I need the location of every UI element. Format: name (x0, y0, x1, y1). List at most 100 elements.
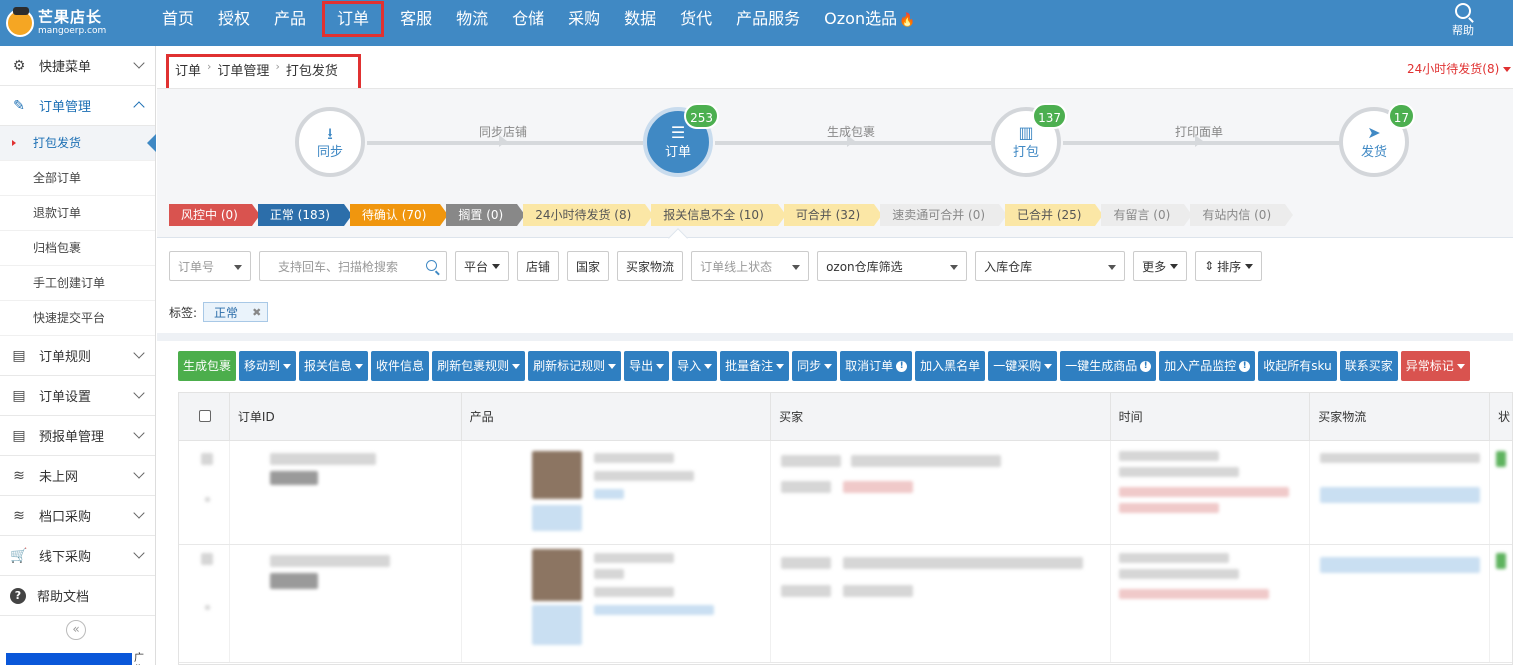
sidebar-sub-all-orders[interactable]: 全部订单 (0, 161, 155, 196)
sidebar-item-help-docs[interactable]: ? 帮助文档 (0, 576, 155, 616)
sidebar-item-order-management[interactable]: ✎ 订单管理 (0, 86, 155, 126)
nav-item-customer-service[interactable]: 客服 (388, 1, 444, 37)
column-header-time[interactable]: 时间 (1111, 393, 1311, 441)
one-click-purchase-button[interactable]: 一键采购 (988, 351, 1058, 381)
nav-item-data[interactable]: 数据 (612, 1, 668, 37)
sidebar-sub-archived-packages[interactable]: 归档包裹 (0, 231, 155, 266)
flow-step-pack[interactable]: ▥ 打包 137 (991, 103, 1067, 177)
flow-step-ship[interactable]: ➤ 发货 17 (1339, 103, 1415, 177)
caret-down-icon (512, 363, 521, 369)
sidebar-item-not-online[interactable]: ≋ 未上网 (0, 456, 155, 496)
nav-item-product-services[interactable]: 产品服务 (724, 1, 812, 37)
tag-has-inbox[interactable]: 有站内信 (0) (1190, 204, 1293, 226)
online-status-label: 订单线上状态 (700, 259, 773, 274)
tag-normal[interactable]: 正常 (183) (257, 204, 353, 226)
nav-item-logistics[interactable]: 物流 (444, 1, 500, 37)
contact-buyer-button[interactable]: 联系买家 (1339, 351, 1398, 381)
breadcrumb-item-order-management[interactable]: 订单管理 (217, 60, 269, 79)
sidebar-item-stall-purchase[interactable]: ≋ 档口采购 (0, 496, 155, 536)
sidebar-sub-pack-ship[interactable]: 打包发货 (0, 126, 156, 161)
sidebar-sub-quick-submit-platform[interactable]: 快速提交平台 (0, 301, 155, 336)
export-button[interactable]: 导出 (624, 351, 670, 381)
tag-customs-incomplete[interactable]: 报关信息不全 (10) (651, 204, 787, 226)
tag-on-hold[interactable]: 搁置 (0) (446, 204, 526, 226)
order-no-select[interactable]: 订单号 (169, 251, 251, 281)
customs-info-button[interactable]: 报关信息 (299, 351, 369, 381)
row-select-cell[interactable] (179, 545, 230, 662)
generate-package-button[interactable]: 生成包裹 (178, 351, 237, 381)
ozon-warehouse-select[interactable]: ozon仓库筛选 (817, 251, 968, 281)
nav-item-purchasing[interactable]: 采购 (556, 1, 612, 37)
sidebar-sub-manual-create-order[interactable]: 手工创建订单 (0, 266, 155, 301)
tag-24h-pending[interactable]: 24小时待发货 (8) (523, 204, 654, 226)
row-select-cell[interactable] (179, 441, 230, 544)
ad-banner[interactable]: 广告✕ (6, 653, 146, 665)
sidebar-sub-refund-orders[interactable]: 退款订单 (0, 196, 155, 231)
sidebar-item-order-settings[interactable]: ▤ 订单设置 (0, 376, 155, 416)
country-filter-button[interactable]: 国家 (567, 251, 610, 281)
column-header-order-id[interactable]: 订单ID (230, 393, 462, 441)
row-checkbox[interactable] (201, 553, 213, 565)
flow-step-sync[interactable]: ⭳ 同步 (295, 107, 365, 177)
nav-item-warehouse[interactable]: 仓储 (500, 1, 556, 37)
refresh-mark-rules-button[interactable]: 刷新标记规则 (528, 351, 622, 381)
platform-dropdown[interactable]: 平台 (455, 251, 510, 281)
batch-note-button[interactable]: 批量备注 (720, 351, 790, 381)
tag-mergeable[interactable]: 可合并 (32) (783, 204, 883, 226)
column-header-buyer[interactable]: 买家 (771, 393, 1111, 441)
sidebar-item-quick-menu[interactable]: ⚙ 快捷菜单 (0, 46, 155, 86)
move-to-button[interactable]: 移动到 (239, 351, 297, 381)
nav-item-ozon-selection[interactable]: Ozon选品 🔥 (812, 1, 927, 37)
column-header-buyer-logistics[interactable]: 买家物流 (1310, 393, 1491, 441)
app-logo[interactable]: 芒果店长 mangoerp.com (6, 4, 106, 42)
close-icon[interactable]: ✖ (252, 306, 261, 319)
add-blacklist-button[interactable]: 加入黑名单 (915, 351, 986, 381)
generate-product-button[interactable]: 一键生成商品! (1060, 351, 1157, 381)
tag-has-message[interactable]: 有留言 (0) (1101, 204, 1193, 226)
tag-pending-confirm[interactable]: 待确认 (70) (349, 204, 449, 226)
ad-close-label[interactable]: 广告✕ (132, 653, 146, 665)
more-filters-dropdown[interactable]: 更多 (1133, 251, 1188, 281)
nav-item-forwarding[interactable]: 货代 (668, 1, 724, 37)
sidebar-item-forecast-management[interactable]: ▤ 预报单管理 (0, 416, 155, 456)
sidebar-item-order-rules[interactable]: ▤ 订单规则 (0, 336, 155, 376)
buyer-logistics-filter-button[interactable]: 买家物流 (617, 251, 684, 281)
column-header-status[interactable]: 状 (1490, 393, 1512, 441)
column-header-product[interactable]: 产品 (462, 393, 772, 441)
nav-item-products[interactable]: 产品 (262, 1, 318, 37)
online-status-select[interactable]: 订单线上状态 (691, 251, 810, 281)
help-button[interactable]: 帮助 (1445, 3, 1481, 38)
sort-dropdown[interactable]: ⇕ 排序 (1195, 251, 1263, 281)
product-thumbnail[interactable] (531, 451, 582, 499)
tag-risk-control[interactable]: 风控中 (0) (169, 204, 260, 226)
table-row[interactable] (179, 545, 1512, 663)
add-product-monitor-button[interactable]: 加入产品监控! (1159, 351, 1256, 381)
breadcrumb-item-orders[interactable]: 订单 (175, 60, 201, 79)
exception-mark-button[interactable]: 异常标记 (1400, 351, 1470, 381)
tag-merged[interactable]: 已合并 (25) (1005, 204, 1104, 226)
search-input[interactable]: 支持回车、扫描枪搜索 (259, 251, 447, 281)
pending-24h-alert[interactable]: 24小时待发货(8) (1407, 60, 1512, 77)
nav-item-authorization[interactable]: 授权 (206, 1, 262, 37)
import-button[interactable]: 导入 (672, 351, 718, 381)
search-icon[interactable] (426, 260, 437, 271)
flow-step-orders[interactable]: ☰ 订单 253 (643, 103, 719, 177)
tag-aliexpress-mergeable[interactable]: 速卖通可合并 (0) (880, 204, 1007, 226)
table-row[interactable] (179, 441, 1512, 545)
nav-item-home[interactable]: 首页 (150, 1, 206, 37)
row-checkbox[interactable] (201, 453, 213, 465)
select-all-checkbox[interactable] (199, 410, 211, 422)
product-thumbnail[interactable] (531, 549, 582, 601)
inbound-warehouse-select[interactable]: 入库仓库 (975, 251, 1126, 281)
refresh-package-rules-button[interactable]: 刷新包裹规则 (432, 351, 526, 381)
sidebar-item-offline-purchase[interactable]: 🛒 线下采购 (0, 536, 155, 576)
sidebar-collapse-button[interactable]: « (66, 620, 86, 640)
button-label: 收起所有sku (1263, 359, 1332, 373)
recipient-info-button[interactable]: 收件信息 (371, 351, 430, 381)
shop-filter-button[interactable]: 店铺 (517, 251, 560, 281)
sync-button[interactable]: 同步 (792, 351, 838, 381)
nav-item-orders[interactable]: 订单 (322, 1, 385, 37)
cancel-order-button[interactable]: 取消订单! (840, 351, 913, 381)
clipboard-icon: ▤ (12, 387, 26, 404)
collapse-all-sku-button[interactable]: 收起所有sku (1258, 351, 1337, 381)
